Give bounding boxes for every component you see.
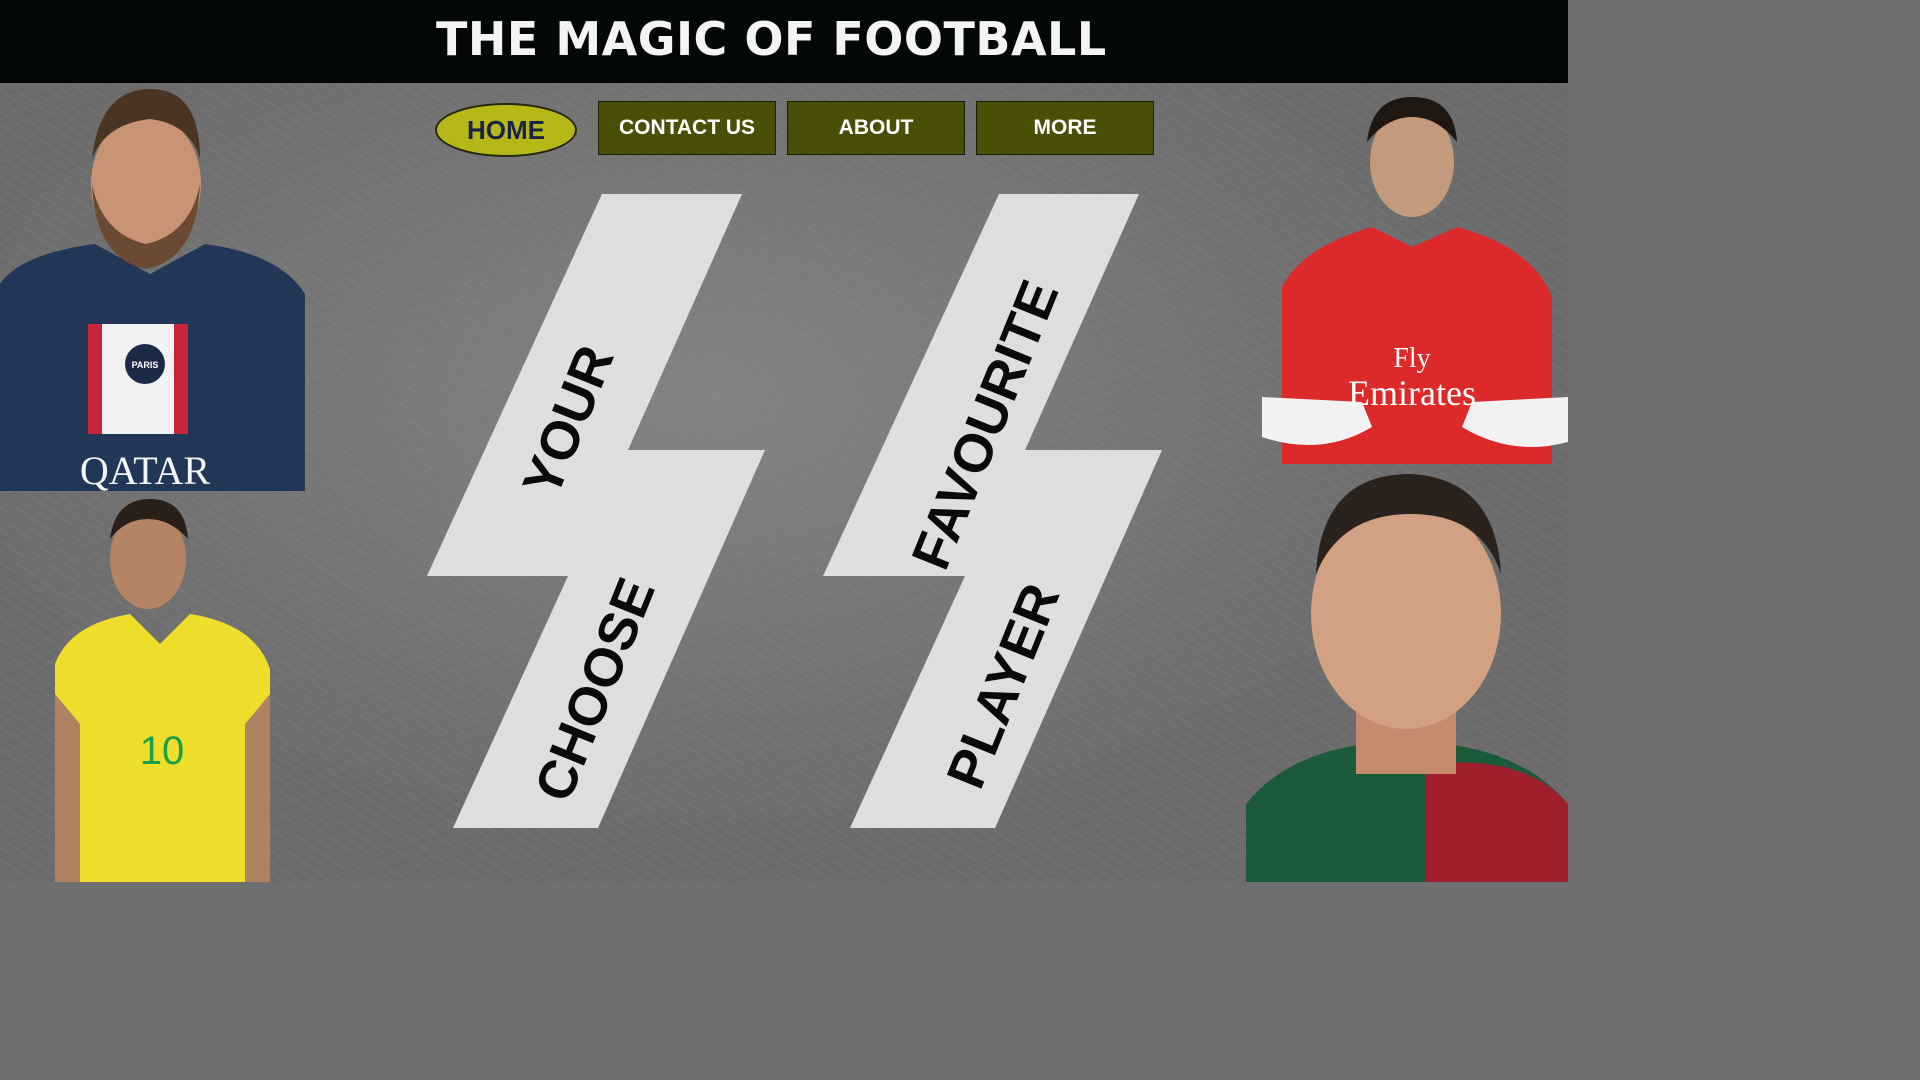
shirt-sponsor-text: QATAR bbox=[80, 448, 210, 491]
shirt-badge-text: PARIS bbox=[132, 360, 159, 370]
shirt-sponsor-line1: Fly bbox=[1393, 343, 1430, 374]
player-image: PARIS QATAR bbox=[0, 89, 305, 491]
player-image: Fly Emirates bbox=[1262, 97, 1568, 464]
shirt-sponsor-line2: Emirates bbox=[1348, 373, 1476, 413]
player-photo-bottom-right[interactable] bbox=[1246, 474, 1568, 882]
player-photo-top-left[interactable]: PARIS QATAR bbox=[0, 84, 305, 491]
player-photo-top-right[interactable]: Fly Emirates bbox=[1262, 97, 1568, 464]
player-image bbox=[1246, 474, 1568, 882]
player-image: 10 bbox=[55, 499, 270, 882]
shirt-number: 10 bbox=[140, 729, 185, 773]
player-photo-bottom-left[interactable]: 10 bbox=[50, 494, 275, 882]
